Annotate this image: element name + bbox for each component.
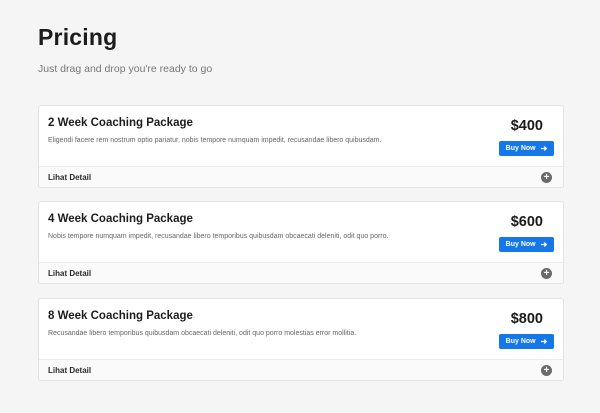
detail-label: Lihat Detail [48, 173, 92, 182]
package-price: $600 [510, 214, 543, 230]
detail-label: Lihat Detail [48, 269, 92, 278]
buy-now-label: Buy Now [505, 241, 536, 248]
package-name: 8 Week Coaching Package [48, 310, 193, 322]
package-name: 4 Week Coaching Package [48, 213, 193, 225]
package-name: 2 Week Coaching Package [48, 117, 193, 129]
package-price: $400 [510, 118, 543, 134]
package-price: $800 [510, 311, 543, 327]
pricing-card-body: 4 Week Coaching Package Nobis tempore nu… [39, 202, 563, 263]
detail-toggle[interactable]: Lihat Detail + [39, 263, 563, 283]
buy-now-button[interactable]: Buy Now ➜ [499, 237, 554, 252]
page-title: Pricing [38, 24, 118, 50]
detail-label: Lihat Detail [48, 366, 92, 375]
buy-now-label: Buy Now [505, 145, 536, 152]
buy-now-button[interactable]: Buy Now ➜ [499, 334, 554, 349]
buy-now-label: Buy Now [505, 338, 536, 345]
arrow-right-icon: ➜ [540, 336, 548, 346]
pricing-card: 8 Week Coaching Package Recusandae liber… [38, 298, 564, 381]
package-description: Nobis tempore numquam impedit, recusanda… [48, 233, 389, 240]
detail-toggle[interactable]: Lihat Detail + [39, 360, 563, 380]
pricing-card: 2 Week Coaching Package Eligendi facere … [38, 105, 564, 188]
package-description: Recusandae libero temporibus quibusdam o… [48, 330, 357, 337]
plus-circle-icon[interactable]: + [541, 172, 552, 183]
page-subtitle: Just drag and drop you're ready to go [38, 63, 213, 75]
buy-now-button[interactable]: Buy Now ➜ [499, 141, 554, 156]
plus-circle-icon[interactable]: + [541, 365, 552, 376]
pricing-card-body: 8 Week Coaching Package Recusandae liber… [39, 299, 563, 360]
pricing-card: 4 Week Coaching Package Nobis tempore nu… [38, 201, 564, 284]
pricing-card-body: 2 Week Coaching Package Eligendi facere … [39, 106, 563, 167]
arrow-right-icon: ➜ [540, 143, 548, 153]
arrow-right-icon: ➜ [540, 239, 548, 249]
plus-circle-icon[interactable]: + [541, 268, 552, 279]
detail-toggle[interactable]: Lihat Detail + [39, 167, 563, 187]
package-description: Eligendi facere rem nostrum optio pariat… [48, 137, 382, 144]
pricing-page: Pricing Just drag and drop you're ready … [0, 0, 600, 413]
